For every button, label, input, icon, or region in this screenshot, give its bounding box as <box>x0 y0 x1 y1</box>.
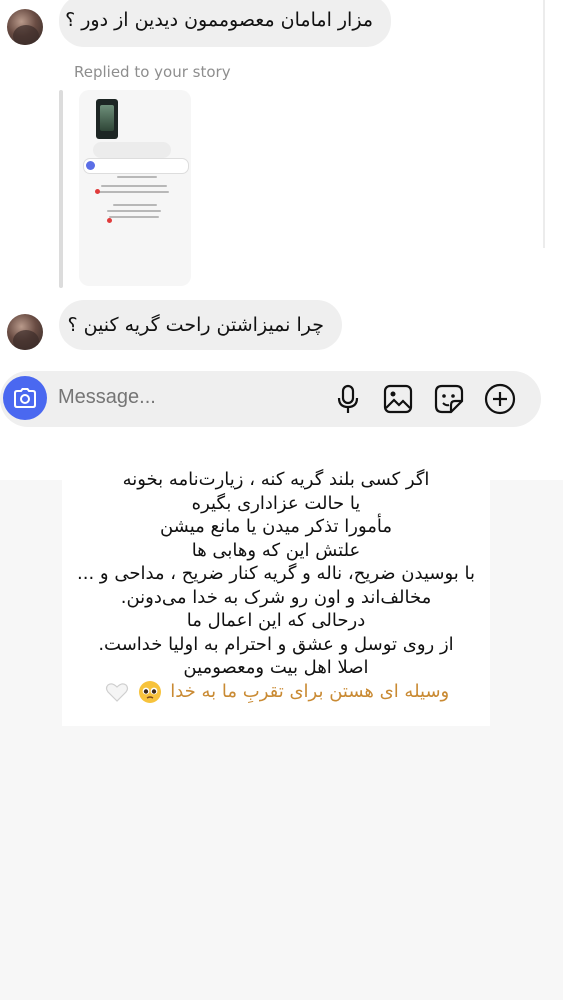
caption-line: اصلا اهل بیت ومعصومین <box>183 657 369 678</box>
story-mini-bubble <box>93 142 171 158</box>
avatar[interactable] <box>7 314 43 350</box>
caption-line: از روی توسل و عشق و احترام به اولیا خداس… <box>98 633 454 655</box>
microphone-icon <box>337 384 359 413</box>
message-bubble[interactable]: چرا نمیزاشتن راحت گریه کنین ؟ <box>59 300 342 350</box>
white-heart-emoji <box>105 682 128 702</box>
caption-line: اگر کسی بلند گریه کنه ، زیارت‌نامه بخونه <box>122 469 430 490</box>
message-bubble[interactable]: مزار امامان معصوممون دیدین از دور ؟ <box>59 0 391 47</box>
message-text: مزار امامان معصوممون دیدین از دور ؟ <box>65 9 373 31</box>
gallery-icon <box>383 384 413 414</box>
story-phone-thumbnail <box>96 99 118 139</box>
message-text: چرا نمیزاشتن راحت گریه کنین ؟ <box>67 314 324 336</box>
camera-icon <box>14 388 36 408</box>
sticker-button[interactable] <box>432 382 466 416</box>
microphone-button[interactable] <box>331 382 365 416</box>
caption-line: مخالف‌اند و اون رو شرک به خدا می‌دونن. <box>120 586 432 608</box>
caption-last-line: وسیله ای هستن برای تقربِ ما به خدا <box>62 680 490 704</box>
gallery-button[interactable] <box>381 382 415 416</box>
sticker-icon <box>434 384 464 414</box>
story-caption: اگر کسی بلند گریه کنه ، زیارت‌نامه بخونه… <box>62 465 490 726</box>
message-input[interactable] <box>58 386 318 409</box>
message-composer <box>0 371 541 427</box>
pleading-face-emoji <box>139 680 162 703</box>
caption-line: یا حالت عزاداری بگیره <box>191 492 361 514</box>
caption-line: با بوسیدن ضریح، ناله و گریه کنار ضریح ، … <box>77 563 475 584</box>
story-mini-input <box>83 158 189 174</box>
caption-highlight-text: وسیله ای هستن برای تقربِ ما به خدا <box>170 680 450 702</box>
avatar[interactable] <box>7 9 43 45</box>
add-button[interactable] <box>483 382 517 416</box>
caption-line: علتش این که وهابی ها <box>191 539 361 561</box>
caption-line: درحالی که این اعمال ما <box>186 610 366 631</box>
story-preview[interactable] <box>79 90 191 286</box>
caption-line: مأمورا تذکر میدن یا مانع میشن <box>159 516 393 537</box>
camera-button[interactable] <box>3 376 47 420</box>
reply-indicator-bar <box>59 90 63 288</box>
add-icon <box>484 383 516 415</box>
replied-to-story-label: Replied to your story <box>74 63 231 81</box>
scroll-divider <box>543 0 545 248</box>
